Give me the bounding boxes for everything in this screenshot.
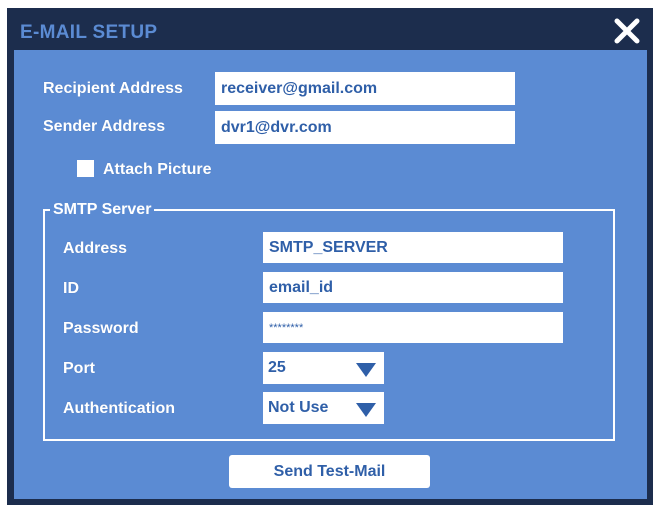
chevron-down-icon [356,363,376,377]
smtp-password-label: Password [63,320,139,337]
title-bar: E-MAIL SETUP [7,8,653,50]
smtp-address-input[interactable]: SMTP_SERVER [263,232,563,263]
authentication-select[interactable]: Not Use [263,392,384,424]
close-button[interactable] [611,16,643,46]
smtp-id-input[interactable]: email_id [263,272,563,303]
smtp-id-label: ID [63,280,79,297]
dialog-title: E-MAIL SETUP [20,22,158,43]
sender-address-input[interactable]: dvr1@dvr.com [215,111,515,144]
authentication-label: Authentication [63,400,175,417]
port-select[interactable]: 25 [263,352,384,384]
close-icon [614,18,640,44]
port-value: 25 [268,359,286,376]
recipient-address-label: Recipient Address [43,80,183,97]
recipient-address-input[interactable]: receiver@gmail.com [215,72,515,105]
smtp-address-label: Address [63,240,128,257]
smtp-server-legend: SMTP Server [50,201,155,219]
settings-panel: Recipient Address receiver@gmail.com Sen… [14,50,647,499]
smtp-port-label: Port [63,360,95,377]
attach-picture-label: Attach Picture [103,161,212,178]
email-setup-dialog: E-MAIL SETUP Recipient Address receiver@… [7,8,653,505]
sender-address-label: Sender Address [43,118,166,135]
chevron-down-icon [356,403,376,417]
smtp-password-input[interactable]: ******** [263,312,563,343]
send-test-mail-button[interactable]: Send Test-Mail [229,455,430,488]
attach-picture-checkbox[interactable] [77,160,94,177]
authentication-value: Not Use [268,399,329,416]
